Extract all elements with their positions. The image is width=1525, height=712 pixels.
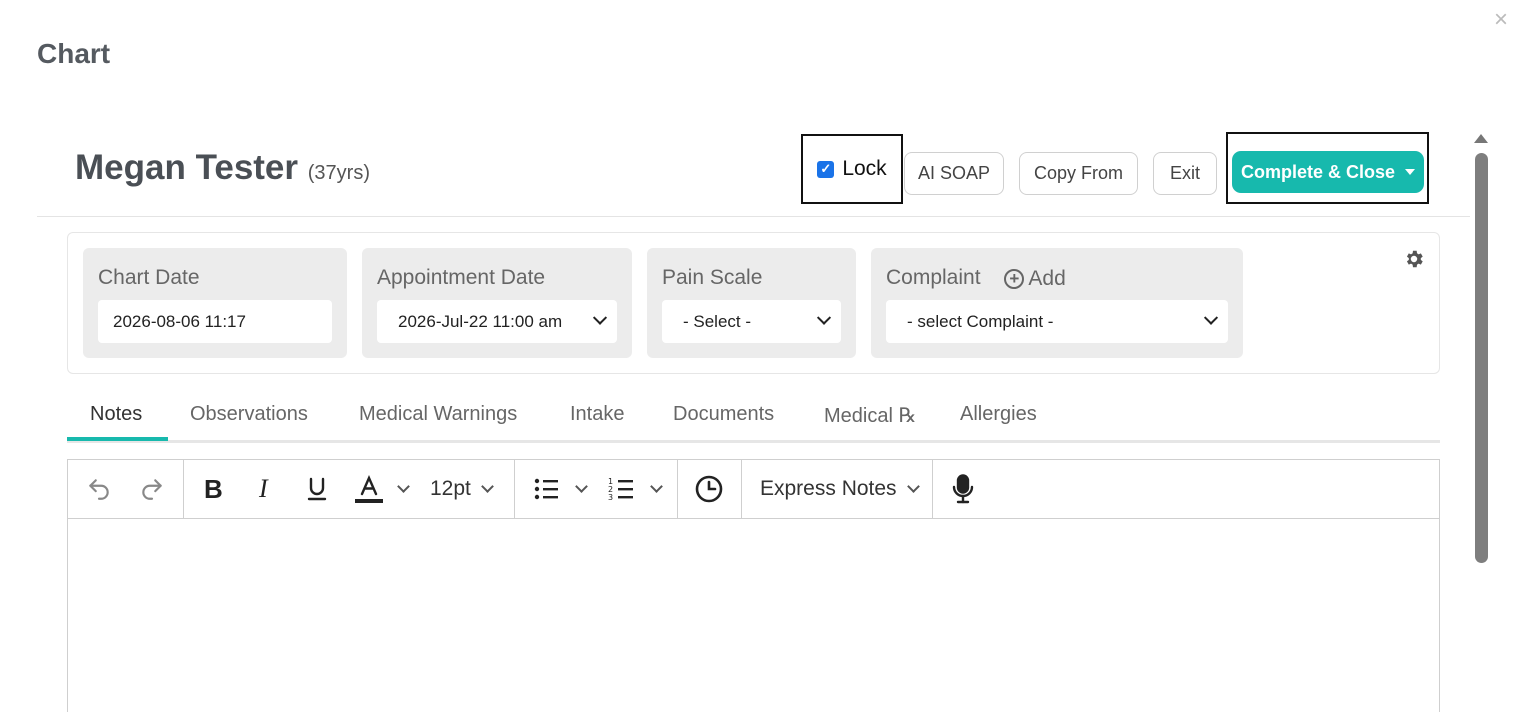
underline-icon[interactable] (306, 474, 328, 504)
toolbar-divider (183, 460, 184, 518)
pain-scale-value: - Select - (683, 311, 752, 331)
bullet-list-dropdown[interactable] (575, 474, 588, 504)
chevron-down-icon (906, 480, 920, 493)
modal-title: Chart (37, 38, 111, 69)
plus-circle-icon: + (1004, 268, 1025, 289)
gear-icon[interactable] (1403, 248, 1425, 276)
font-color-icon[interactable] (354, 474, 384, 504)
svg-text:3: 3 (608, 493, 613, 502)
active-tab-indicator (67, 437, 168, 441)
ai-soap-button[interactable]: AI SOAP (904, 152, 1004, 195)
close-icon[interactable]: × (1494, 8, 1508, 32)
toolbar-divider (741, 460, 742, 518)
chart-date-label: Chart Date (98, 266, 200, 289)
chart-date-input[interactable]: 2026-08-06 11:17 (98, 300, 332, 343)
complaint-label: Complaint (886, 266, 981, 289)
chevron-down-icon (816, 310, 832, 325)
patient-age: (37yrs) (307, 162, 370, 184)
font-size-value: 12pt (430, 477, 471, 500)
editor-toolbar: B I 12pt 123 Express Notes (68, 460, 1439, 519)
toolbar-divider (677, 460, 678, 518)
lock-label: Lock (842, 157, 887, 180)
express-notes-dropdown[interactable]: Express Notes (760, 474, 920, 504)
chevron-down-icon (650, 480, 663, 493)
patient-name-text: Megan Tester (75, 148, 299, 187)
pain-scale-card: Pain Scale - Select - (647, 248, 856, 358)
toolbar-divider (514, 460, 515, 518)
header-divider (37, 216, 1470, 217)
clock-icon[interactable] (694, 474, 724, 504)
pain-scale-label: Pain Scale (662, 266, 763, 289)
lock-checkbox[interactable]: ✓ (817, 160, 835, 178)
numbered-list-icon[interactable]: 123 (608, 474, 634, 504)
complaint-value: - select Complaint - (907, 311, 1054, 331)
patient-name: Megan Tester (37yrs) (75, 148, 370, 188)
toolbar-divider (932, 460, 933, 518)
tab-observations[interactable]: Observations (190, 403, 308, 426)
notes-editor: B I 12pt 123 Express Notes (67, 459, 1440, 712)
chart-date-card: Chart Date 2026-08-06 11:17 (83, 248, 347, 358)
copy-from-button[interactable]: Copy From (1019, 152, 1138, 195)
tab-documents[interactable]: Documents (673, 403, 774, 426)
font-size-select[interactable]: 12pt (430, 474, 494, 504)
complete-close-button[interactable]: Complete & Close (1232, 151, 1424, 193)
express-notes-label: Express Notes (760, 477, 897, 500)
lock-toggle[interactable]: ✓ Lock (801, 134, 903, 204)
tab-intake[interactable]: Intake (570, 403, 624, 426)
complaint-label-row: Complaint + Add (886, 266, 1066, 291)
caret-down-icon (1405, 169, 1416, 175)
italic-icon[interactable]: I (259, 474, 268, 504)
chart-date-value: 2026-08-06 11:17 (113, 311, 246, 331)
exit-button[interactable]: Exit (1153, 152, 1217, 195)
tab-medical-warnings[interactable]: Medical Warnings (359, 403, 517, 426)
appointment-date-select[interactable]: 2026-Jul-22 11:00 am (377, 300, 617, 343)
complaint-card: Complaint + Add - select Complaint - (871, 248, 1243, 358)
chevron-down-icon (397, 480, 410, 493)
pain-scale-select[interactable]: - Select - (662, 300, 841, 343)
add-complaint-label: Add (1028, 266, 1066, 290)
appointment-date-value: 2026-Jul-22 11:00 am (398, 311, 563, 331)
tab-medical-rx[interactable]: Medical ℞ (824, 403, 916, 428)
numbered-list-dropdown[interactable] (650, 474, 663, 504)
appointment-date-card: Appointment Date 2026-Jul-22 11:00 am (362, 248, 632, 358)
scrollbar-thumb[interactable] (1475, 153, 1488, 563)
tab-allergies[interactable]: Allergies (960, 403, 1037, 426)
chevron-down-icon (575, 480, 588, 493)
complete-close-label: Complete & Close (1240, 161, 1396, 182)
bullet-list-icon[interactable] (533, 474, 559, 504)
appointment-date-label: Appointment Date (377, 266, 546, 289)
microphone-icon[interactable] (952, 474, 974, 504)
chevron-down-icon (1203, 310, 1219, 325)
chevron-down-icon (481, 480, 494, 493)
chevron-down-icon (592, 310, 608, 325)
tab-notes[interactable]: Notes (90, 403, 142, 426)
font-color-dropdown[interactable] (397, 474, 410, 504)
undo-icon[interactable] (86, 474, 112, 504)
chart-tabs: Notes Observations Medical Warnings Inta… (67, 394, 1440, 443)
complaint-select[interactable]: - select Complaint - (886, 300, 1228, 343)
redo-icon[interactable] (139, 474, 165, 504)
add-complaint-button[interactable]: + Add (1004, 266, 1066, 291)
bold-icon[interactable]: B (204, 474, 223, 504)
scroll-up-arrow-icon[interactable] (1474, 134, 1488, 143)
